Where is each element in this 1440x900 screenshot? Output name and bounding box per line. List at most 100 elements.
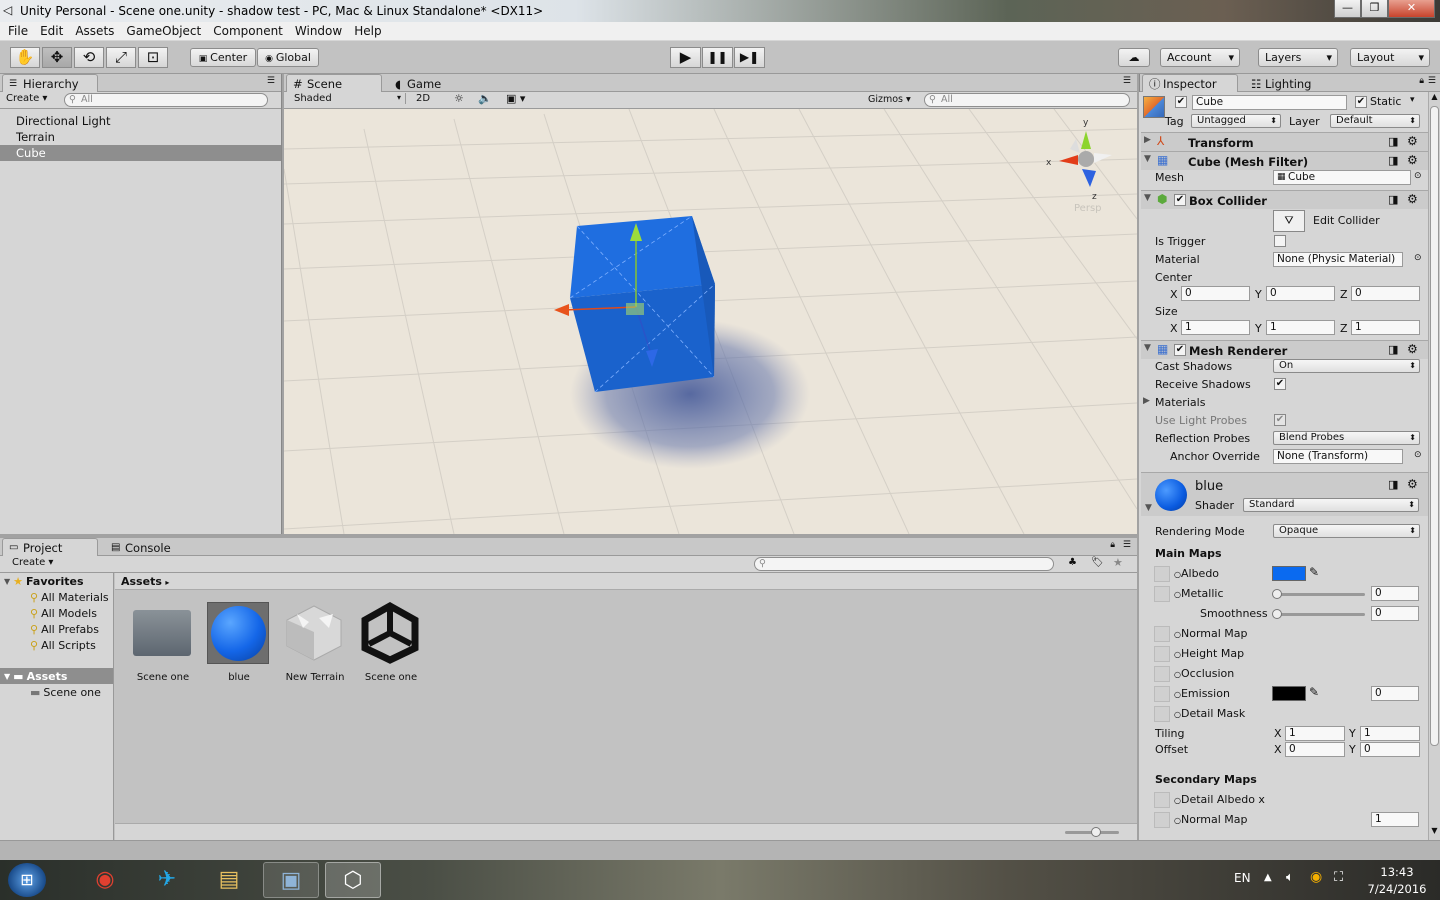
tiling-x-input[interactable]: 1 <box>1285 726 1345 741</box>
icon-size-slider[interactable] <box>1065 827 1119 837</box>
gear-icon[interactable]: ⚙ <box>1407 153 1418 167</box>
gear-icon[interactable]: ⚙ <box>1407 477 1418 491</box>
picker-dot-icon[interactable]: ○ <box>1174 570 1181 579</box>
rect-tool-icon[interactable]: ⊡ <box>138 47 168 68</box>
close-button[interactable]: ✕ <box>1388 0 1435 18</box>
object-name-input[interactable]: Cube <box>1192 95 1347 110</box>
maximize-button[interactable]: ❐ <box>1361 0 1388 18</box>
smoothness-input[interactable]: 0 <box>1371 606 1419 621</box>
receive-shadows-checkbox[interactable]: ✔ <box>1274 378 1286 390</box>
metallic-input[interactable]: 0 <box>1371 586 1419 601</box>
mesh-field[interactable]: ▦ Cube <box>1273 170 1411 185</box>
height-map-slot[interactable] <box>1154 646 1170 662</box>
layers-dropdown[interactable]: Layers ▾ <box>1258 48 1338 67</box>
hand-tool-icon[interactable]: ✋ <box>10 47 40 68</box>
emission-input[interactable]: 0 <box>1371 686 1419 701</box>
icon-size-slider-thumb[interactable] <box>1091 827 1101 837</box>
box-collider-enabled-checkbox[interactable]: ✔ <box>1174 194 1186 206</box>
object-picker-icon[interactable]: ⊙ <box>1414 171 1422 181</box>
space-toggle[interactable]: ◉ Global <box>257 48 319 67</box>
picker-dot-icon[interactable]: ○ <box>1174 710 1181 719</box>
help-icon[interactable]: ◨ <box>1388 478 1398 491</box>
pivot-toggle[interactable]: ▣ Center <box>190 48 256 67</box>
rendering-mode-dropdown[interactable]: Opaque <box>1273 524 1420 538</box>
scroll-up-icon[interactable]: ▲ <box>1429 92 1440 101</box>
menu-gameobject[interactable]: GameObject <box>126 22 201 41</box>
size-y-input[interactable]: 1 <box>1266 320 1335 335</box>
hierarchy-create-dropdown[interactable]: Create ▾ <box>6 93 47 104</box>
help-icon[interactable]: ◨ <box>1388 193 1398 206</box>
metallic-texture-slot[interactable] <box>1154 586 1170 602</box>
cast-shadows-dropdown[interactable]: On <box>1273 359 1420 373</box>
picker-dot-icon[interactable]: ○ <box>1174 816 1181 825</box>
menu-assets[interactable]: Assets <box>75 22 114 41</box>
albedo-texture-slot[interactable] <box>1154 566 1170 582</box>
panel-menu-icon[interactable]: ☰ <box>1428 76 1436 86</box>
help-icon[interactable]: ◨ <box>1388 154 1398 167</box>
gear-icon[interactable]: ⚙ <box>1407 134 1418 148</box>
panel-menu-icon[interactable]: ☰ <box>1123 540 1131 550</box>
asset-blue-material[interactable] <box>207 602 269 664</box>
emission-slot[interactable] <box>1154 686 1170 702</box>
hierarchy-item-terrain[interactable]: Terrain <box>0 129 281 145</box>
move-tool-icon[interactable]: ✥ <box>42 47 72 68</box>
transform-header[interactable]: ▶ ⅄ Transform ◨ ⚙ <box>1141 132 1428 151</box>
layout-dropdown[interactable]: Layout ▾ <box>1350 48 1430 67</box>
chrome-taskbar-icon[interactable]: ◉ <box>77 862 133 898</box>
explorer-taskbar-icon[interactable]: ▤ <box>201 862 257 898</box>
menu-help[interactable]: Help <box>354 22 381 41</box>
mesh-renderer-enabled-checkbox[interactable]: ✔ <box>1174 344 1186 356</box>
smoothness-slider[interactable] <box>1272 609 1365 619</box>
picker-dot-icon[interactable]: ○ <box>1174 796 1181 805</box>
normal-map-slot[interactable] <box>1154 626 1170 642</box>
scrollbar-thumb[interactable] <box>1430 106 1439 746</box>
start-button[interactable]: ⊞ <box>8 863 46 897</box>
size-x-input[interactable]: 1 <box>1181 320 1250 335</box>
tab-console[interactable]: ▤ Console <box>104 538 200 556</box>
gizmos-dropdown[interactable]: Gizmos ▾ <box>868 94 911 105</box>
window-taskbar-icon[interactable]: ▣ <box>263 862 319 898</box>
hierarchy-item-directional-light[interactable]: Directional Light <box>0 113 281 129</box>
static-checkbox[interactable]: ✔ <box>1355 96 1367 108</box>
secondary-normal-map-slot[interactable] <box>1154 812 1170 828</box>
minimize-button[interactable]: — <box>1334 0 1361 18</box>
metallic-slider[interactable] <box>1272 589 1365 599</box>
avast-tray-icon[interactable]: ◉ <box>1310 869 1322 885</box>
2d-toggle[interactable]: 2D <box>416 93 430 104</box>
inspector-scrollbar[interactable]: ▲ ▼ <box>1428 92 1440 840</box>
favorite-star-icon[interactable]: ★ <box>1113 556 1123 569</box>
hierarchy-item-cube[interactable]: Cube <box>0 145 281 161</box>
clock-time[interactable]: 13:43 <box>1375 865 1419 879</box>
project-search-input[interactable]: ⚲ <box>754 557 1054 571</box>
picker-dot-icon[interactable]: ○ <box>1174 590 1181 599</box>
lock-icon[interactable]: 🔒︎ <box>1110 540 1115 550</box>
asset-new-terrain[interactable] <box>283 602 345 664</box>
lighting-toggle-icon[interactable]: ☼ <box>454 92 464 105</box>
eyedropper-icon[interactable]: ✎ <box>1309 685 1319 699</box>
tray-expand-icon[interactable]: ▲ <box>1264 872 1272 883</box>
center-y-input[interactable]: 0 <box>1266 286 1335 301</box>
rotate-tool-icon[interactable]: ⟲ <box>74 47 104 68</box>
object-picker-icon[interactable]: ⊙ <box>1414 253 1422 263</box>
hierarchy-search-input[interactable]: ⚲ All <box>64 93 268 107</box>
pause-button[interactable]: ❚❚ <box>702 47 733 68</box>
account-dropdown[interactable]: Account ▾ <box>1160 48 1240 67</box>
metallic-slider-thumb[interactable] <box>1272 589 1282 599</box>
material-header[interactable]: ▼ blue Shader Standard ◨ ⚙ <box>1141 472 1428 516</box>
lock-icon[interactable]: 🔒︎ <box>1419 76 1424 86</box>
anchor-override-field[interactable]: None (Transform) <box>1273 449 1403 464</box>
physic-material-field[interactable]: None (Physic Material) <box>1273 252 1403 267</box>
filter-label-icon[interactable]: 🏷︎ <box>1091 557 1104 568</box>
tab-project[interactable]: ▭ Project <box>2 538 98 556</box>
mesh-filter-header[interactable]: ▼ ▦ Cube (Mesh Filter) ◨ ⚙ <box>1141 151 1428 170</box>
messenger-taskbar-icon[interactable]: ✈ <box>139 862 195 898</box>
secondary-normal-scale-input[interactable]: 1 <box>1371 812 1419 827</box>
menu-window[interactable]: Window <box>295 22 342 41</box>
tab-scene[interactable]: # Scene <box>286 74 382 92</box>
scroll-down-icon[interactable]: ▼ <box>1429 826 1440 835</box>
favorites-node[interactable]: ▼ ★ Favorites <box>0 573 113 589</box>
eyedropper-icon[interactable]: ✎ <box>1309 565 1319 579</box>
network-icon[interactable]: ⛶ <box>1334 870 1343 885</box>
menu-file[interactable]: File <box>8 22 28 41</box>
help-icon[interactable]: ◨ <box>1388 135 1398 148</box>
